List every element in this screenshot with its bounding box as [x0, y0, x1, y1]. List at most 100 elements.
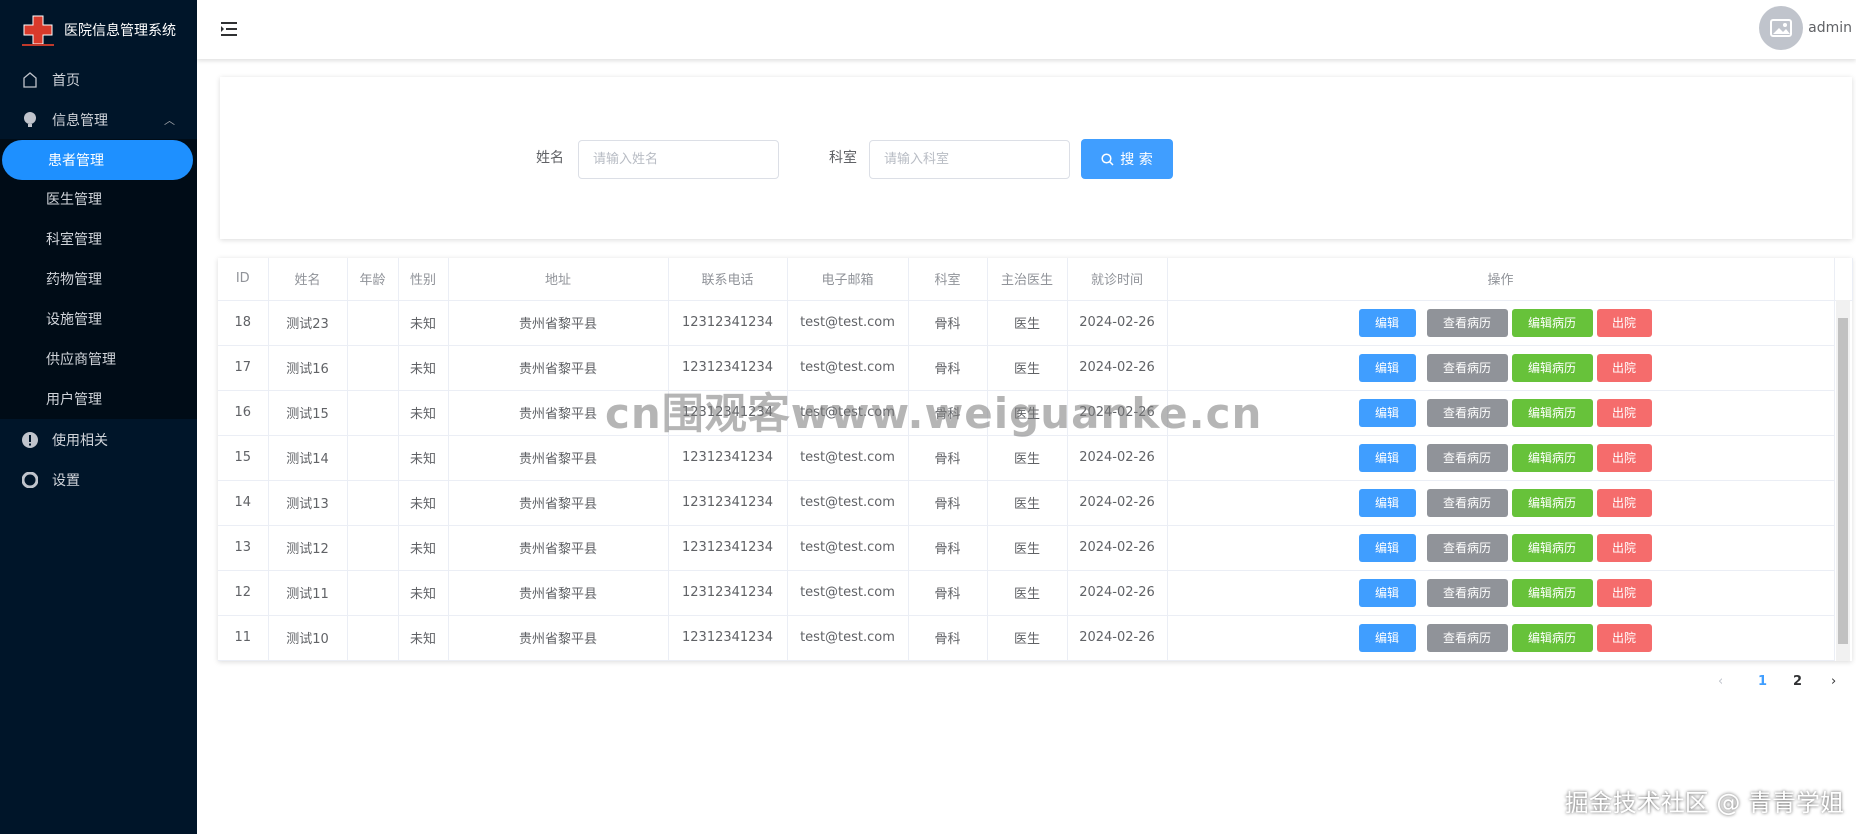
- column-header: ID: [218, 258, 269, 301]
- edit-record-button[interactable]: 编辑病历: [1511, 623, 1593, 652]
- edit-button[interactable]: 编辑: [1358, 533, 1416, 562]
- lightbulb-icon: [20, 112, 40, 128]
- table-cell: 12312341234: [668, 525, 788, 571]
- avatar[interactable]: [1759, 6, 1803, 50]
- sidebar-item-home[interactable]: 首页: [0, 60, 197, 100]
- sidebar-item-info[interactable]: 信息管理 ︿: [0, 100, 197, 140]
- edit-button[interactable]: 编辑: [1358, 308, 1416, 337]
- edit-button[interactable]: 编辑: [1358, 623, 1416, 652]
- view-record-button[interactable]: 查看病历: [1426, 623, 1508, 652]
- edit-button[interactable]: 编辑: [1358, 488, 1416, 517]
- sidebar-item-patients[interactable]: 患者管理: [2, 140, 193, 180]
- view-record-button[interactable]: 查看病历: [1426, 308, 1508, 337]
- discharge-button[interactable]: 出院: [1596, 353, 1652, 382]
- edit-button[interactable]: 编辑: [1358, 353, 1416, 382]
- table-row: 15 测试14 未知 贵州省黎平县 12312341234 test@test.com 骨科…: [218, 435, 1852, 481]
- discharge-button[interactable]: 出院: [1596, 398, 1652, 427]
- table-cell: 测试15: [268, 390, 348, 436]
- table-cell: 贵州省黎平县: [448, 435, 669, 481]
- table-cell: 2024-02-26: [1067, 570, 1168, 616]
- actions-cell: 编辑 查看病历 编辑病历 出院: [1167, 345, 1835, 391]
- table-cell: 骨科: [908, 525, 988, 571]
- patients-table: ID 姓名 年龄 性别 地址 联系电话 电子邮箱 科室 主治医生 就诊时间 操作 18 测试23 未知贵…: [218, 258, 1853, 661]
- sidebar-item-users[interactable]: 用户管理: [0, 379, 197, 419]
- actions-cell: 编辑 查看病历 编辑病历 出院: [1167, 525, 1835, 571]
- sidebar-item-suppliers[interactable]: 供应商管理: [0, 339, 197, 379]
- name-input[interactable]: [578, 140, 779, 179]
- view-record-button[interactable]: 查看病历: [1426, 398, 1508, 427]
- page-2[interactable]: 2: [1793, 674, 1802, 689]
- home-icon: [20, 72, 40, 88]
- table-cell: 14: [218, 480, 269, 526]
- table-cell: test@test.com: [787, 525, 909, 571]
- discharge-button[interactable]: 出院: [1596, 308, 1652, 337]
- edit-record-button[interactable]: 编辑病历: [1511, 443, 1593, 472]
- discharge-button[interactable]: 出院: [1596, 623, 1652, 652]
- sidebar-item-doctors[interactable]: 医生管理: [0, 179, 197, 219]
- exclamation-icon: [20, 432, 40, 448]
- table-cell: 骨科: [908, 435, 988, 481]
- column-header: 年龄: [347, 258, 399, 301]
- edit-record-button[interactable]: 编辑病历: [1511, 578, 1593, 607]
- table-cell: 医生: [987, 615, 1068, 661]
- sidebar-item-settings[interactable]: 设置: [0, 460, 197, 500]
- view-record-button[interactable]: 查看病历: [1426, 578, 1508, 607]
- discharge-button[interactable]: 出院: [1596, 443, 1652, 472]
- sidebar-item-label: 使用相关: [52, 433, 108, 449]
- table-scrollbar[interactable]: [1836, 300, 1850, 661]
- submenu-info: 患者管理 医生管理 科室管理 药物管理 设施管理 供应商管理 用户管理: [0, 139, 197, 419]
- actions-cell: 编辑 查看病历 编辑病历 出院: [1167, 390, 1835, 436]
- table-cell: 贵州省黎平县: [448, 615, 669, 661]
- table-cell: 医生: [987, 300, 1068, 346]
- collapse-menu-icon[interactable]: [219, 20, 239, 42]
- discharge-button[interactable]: 出院: [1596, 533, 1652, 562]
- table-row: 12 测试11 未知 贵州省黎平县 12312341234 test@test.com 骨科…: [218, 570, 1852, 616]
- chevron-up-icon: ︿: [164, 114, 175, 127]
- edit-record-button[interactable]: 编辑病历: [1511, 488, 1593, 517]
- dept-input[interactable]: [869, 140, 1070, 179]
- column-header: 性别: [398, 258, 449, 301]
- table-cell: 15: [218, 435, 269, 481]
- sidebar-item-usage[interactable]: 使用相关: [0, 420, 197, 460]
- discharge-button[interactable]: 出院: [1596, 578, 1652, 607]
- edit-record-button[interactable]: 编辑病历: [1511, 308, 1593, 337]
- username[interactable]: admin: [1808, 20, 1852, 36]
- edit-button[interactable]: 编辑: [1358, 398, 1416, 427]
- table-cell: 2024-02-26: [1067, 615, 1168, 661]
- search-button[interactable]: 搜 索: [1081, 139, 1173, 179]
- watermark-center: cn围观客www.weiguanke.cn: [605, 389, 1263, 438]
- table-cell: 12312341234: [668, 435, 788, 481]
- table-cell: 2024-02-26: [1067, 525, 1168, 571]
- sidebar-item-departments[interactable]: 科室管理: [0, 219, 197, 259]
- view-record-button[interactable]: 查看病历: [1426, 353, 1508, 382]
- edit-record-button[interactable]: 编辑病历: [1511, 353, 1593, 382]
- view-record-button[interactable]: 查看病历: [1426, 533, 1508, 562]
- table-row: 18 测试23 未知 贵州省黎平县 12312341234 test@test.com 骨科…: [218, 300, 1852, 346]
- next-page-icon[interactable]: ›: [1831, 674, 1836, 689]
- prev-page-icon[interactable]: ‹: [1718, 674, 1723, 689]
- view-record-button[interactable]: 查看病历: [1426, 488, 1508, 517]
- edit-button[interactable]: 编辑: [1358, 443, 1416, 472]
- view-record-button[interactable]: 查看病历: [1426, 443, 1508, 472]
- table-cell: [347, 570, 399, 616]
- edit-record-button[interactable]: 编辑病历: [1511, 533, 1593, 562]
- column-header: 电子邮箱: [787, 258, 909, 301]
- table-cell: 18: [218, 300, 269, 346]
- sidebar-item-facilities[interactable]: 设施管理: [0, 299, 197, 339]
- scrollbar-thumb[interactable]: [1838, 318, 1848, 644]
- discharge-button[interactable]: 出院: [1596, 488, 1652, 517]
- table-cell: [347, 345, 399, 391]
- table-cell: 未知: [398, 390, 449, 436]
- table-cell: 骨科: [908, 480, 988, 526]
- table-cell: 贵州省黎平县: [448, 525, 669, 571]
- table-cell: 测试14: [268, 435, 348, 481]
- page-1[interactable]: 1: [1758, 674, 1767, 689]
- sidebar-item-medicines[interactable]: 药物管理: [0, 259, 197, 299]
- edit-button[interactable]: 编辑: [1358, 578, 1416, 607]
- table-cell: 骨科: [908, 570, 988, 616]
- table-cell: 贵州省黎平县: [448, 300, 669, 346]
- edit-record-button[interactable]: 编辑病历: [1511, 398, 1593, 427]
- table-cell: 12312341234: [668, 570, 788, 616]
- search-panel: 姓名 科室 搜 索: [220, 77, 1852, 239]
- column-header: 科室: [908, 258, 988, 301]
